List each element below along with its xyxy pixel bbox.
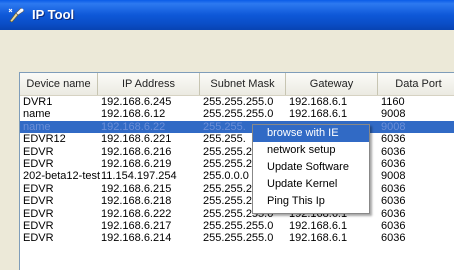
device-name-cell: EDVR [23,145,54,158]
subnet-mask-cell: 255.255.2 [203,157,252,170]
table-row[interactable]: EDVR 192.168.6.218 255.255.2 6036 [20,195,454,207]
column-header-device-name[interactable]: Device name [20,73,98,95]
menu-item-update-kernel[interactable]: Update Kernel [253,176,369,193]
table-row[interactable]: EDVR 192.168.6.216 255.255.2 6036 [20,146,454,158]
ip-address-cell: 192.168.6.219 [101,157,172,170]
list-rows: DVR1 192.168.6.245 255.255.255.0 192.168.6.… [20,96,454,245]
ip-address-cell: 11.154.197.254 [101,170,177,183]
ip-address-cell: 192.168.6.215 [101,182,172,195]
column-header-ip-address[interactable]: IP Address [98,73,200,95]
data-port-cell: 6036 [381,219,406,232]
subnet-mask-cell: 255.0.0.0 [203,170,249,183]
table-row[interactable]: EDVR 192.168.6.214 255.255.255.0 192.168.6.… [20,232,454,244]
device-name-cell: DVR1 [23,96,53,108]
table-row[interactable]: EDVR 192.168.6.215 255.255.2 6036 [20,183,454,195]
gateway-cell: 192.168.6.1 [289,219,348,232]
window-title: IP Tool [32,7,75,22]
column-header-gateway[interactable]: Gateway [286,73,378,95]
table-row[interactable]: name 192.168.6.12 255.255.255.0 192.168.6.1… [20,108,454,120]
subnet-mask-cell: 255.255.255.0 [203,96,274,108]
device-name-cell: EDVR12 [23,133,66,146]
device-name-cell: EDVR [23,207,54,220]
table-row[interactable]: EDVR12 192.168.6.221 255.255. 6036 [20,133,454,145]
device-name-cell: EDVR [23,232,54,245]
ip-address-cell: 192.168.6.222 [101,207,172,220]
data-port-cell: 6036 [381,157,406,170]
subnet-mask-cell: 255.255.255.0 [203,108,274,121]
subnet-mask-cell: 255.255.2 [203,182,252,195]
subnet-mask-cell: 255.255.255.0 [203,219,274,232]
data-port-cell: 6036 [381,195,406,208]
data-port-cell: 6036 [381,232,406,245]
list-header: Device name IP Address Subnet Mask Gatew… [20,73,454,96]
device-list[interactable]: Device name IP Address Subnet Mask Gatew… [19,72,454,270]
toolbar-area [0,30,454,72]
gateway-cell: 192.168.6.1 [289,96,348,108]
context-menu: browse with IE network setup Update Softwa… [252,124,370,214]
data-port-cell: 1160 [381,96,405,108]
data-port-cell: 6036 [381,182,406,195]
ip-address-cell: 192.168.6.245 [101,96,172,108]
ip-address-cell: 192.168.6.12 [101,108,166,121]
menu-item-ping-this-ip[interactable]: Ping This Ip [253,193,369,210]
data-port-cell: 9008 [381,108,406,121]
data-port-cell: 9008 [381,170,406,183]
table-row[interactable]: name 192.168.6.22 255.255. 9008 [20,120,454,134]
table-row[interactable]: EDVR 192.168.6.219 255.255.2 6036 [20,158,454,170]
data-port-cell: 6036 [381,133,406,146]
subnet-mask-cell: 255.255. [203,133,246,146]
gateway-cell: 192.168.6.1 [289,232,348,245]
menu-item-browse-with-ie[interactable]: browse with IE [253,125,369,142]
device-name-cell: EDVR [23,157,54,170]
data-port-cell: 6036 [381,207,406,220]
title-bar: IP Tool [0,0,454,30]
table-row[interactable]: EDVR 192.168.6.217 255.255.255.0 192.168.6.… [20,220,454,232]
ip-address-cell: 192.168.6.216 [101,145,172,158]
subnet-mask-cell: 255.255.255.0 [203,232,274,245]
ip-address-cell: 192.168.6.218 [101,195,172,208]
table-row[interactable]: EDVR192.168.6.222255.255.255.0192.168.6.… [20,208,454,220]
ip-address-cell: 192.168.6.22 [101,120,166,133]
device-name-cell: 202-beta12-test [23,170,101,183]
table-row[interactable]: DVR1 192.168.6.245 255.255.255.0 192.168.6.… [20,96,454,108]
device-name-cell: EDVR [23,219,54,232]
device-name-cell: EDVR [23,195,54,208]
data-port-cell: 6036 [381,145,406,158]
app-icon [8,7,26,23]
gateway-cell: 192.168.6.1 [289,108,348,121]
subnet-mask-cell: 255.255. [203,120,246,133]
column-header-subnet-mask[interactable]: Subnet Mask [200,73,286,95]
menu-item-network-setup[interactable]: network setup [253,142,369,159]
subnet-mask-cell: 255.255.2 [203,145,252,158]
ip-address-cell: 192.168.6.214 [101,232,172,245]
ip-address-cell: 192.168.6.217 [101,219,172,232]
device-name-cell: EDVR [23,182,54,195]
device-name-cell: name [23,108,51,121]
data-port-cell: 9008 [381,120,406,133]
menu-item-update-software[interactable]: Update Software [253,159,369,176]
device-name-cell: name [23,120,51,133]
column-header-data-port[interactable]: Data Port [378,73,454,95]
ip-address-cell: 192.168.6.221 [101,133,172,146]
table-row[interactable]: 202-beta12-test 11.154.197.254 255.0.0.0 90… [20,170,454,182]
subnet-mask-cell: 255.255.2 [203,195,252,208]
